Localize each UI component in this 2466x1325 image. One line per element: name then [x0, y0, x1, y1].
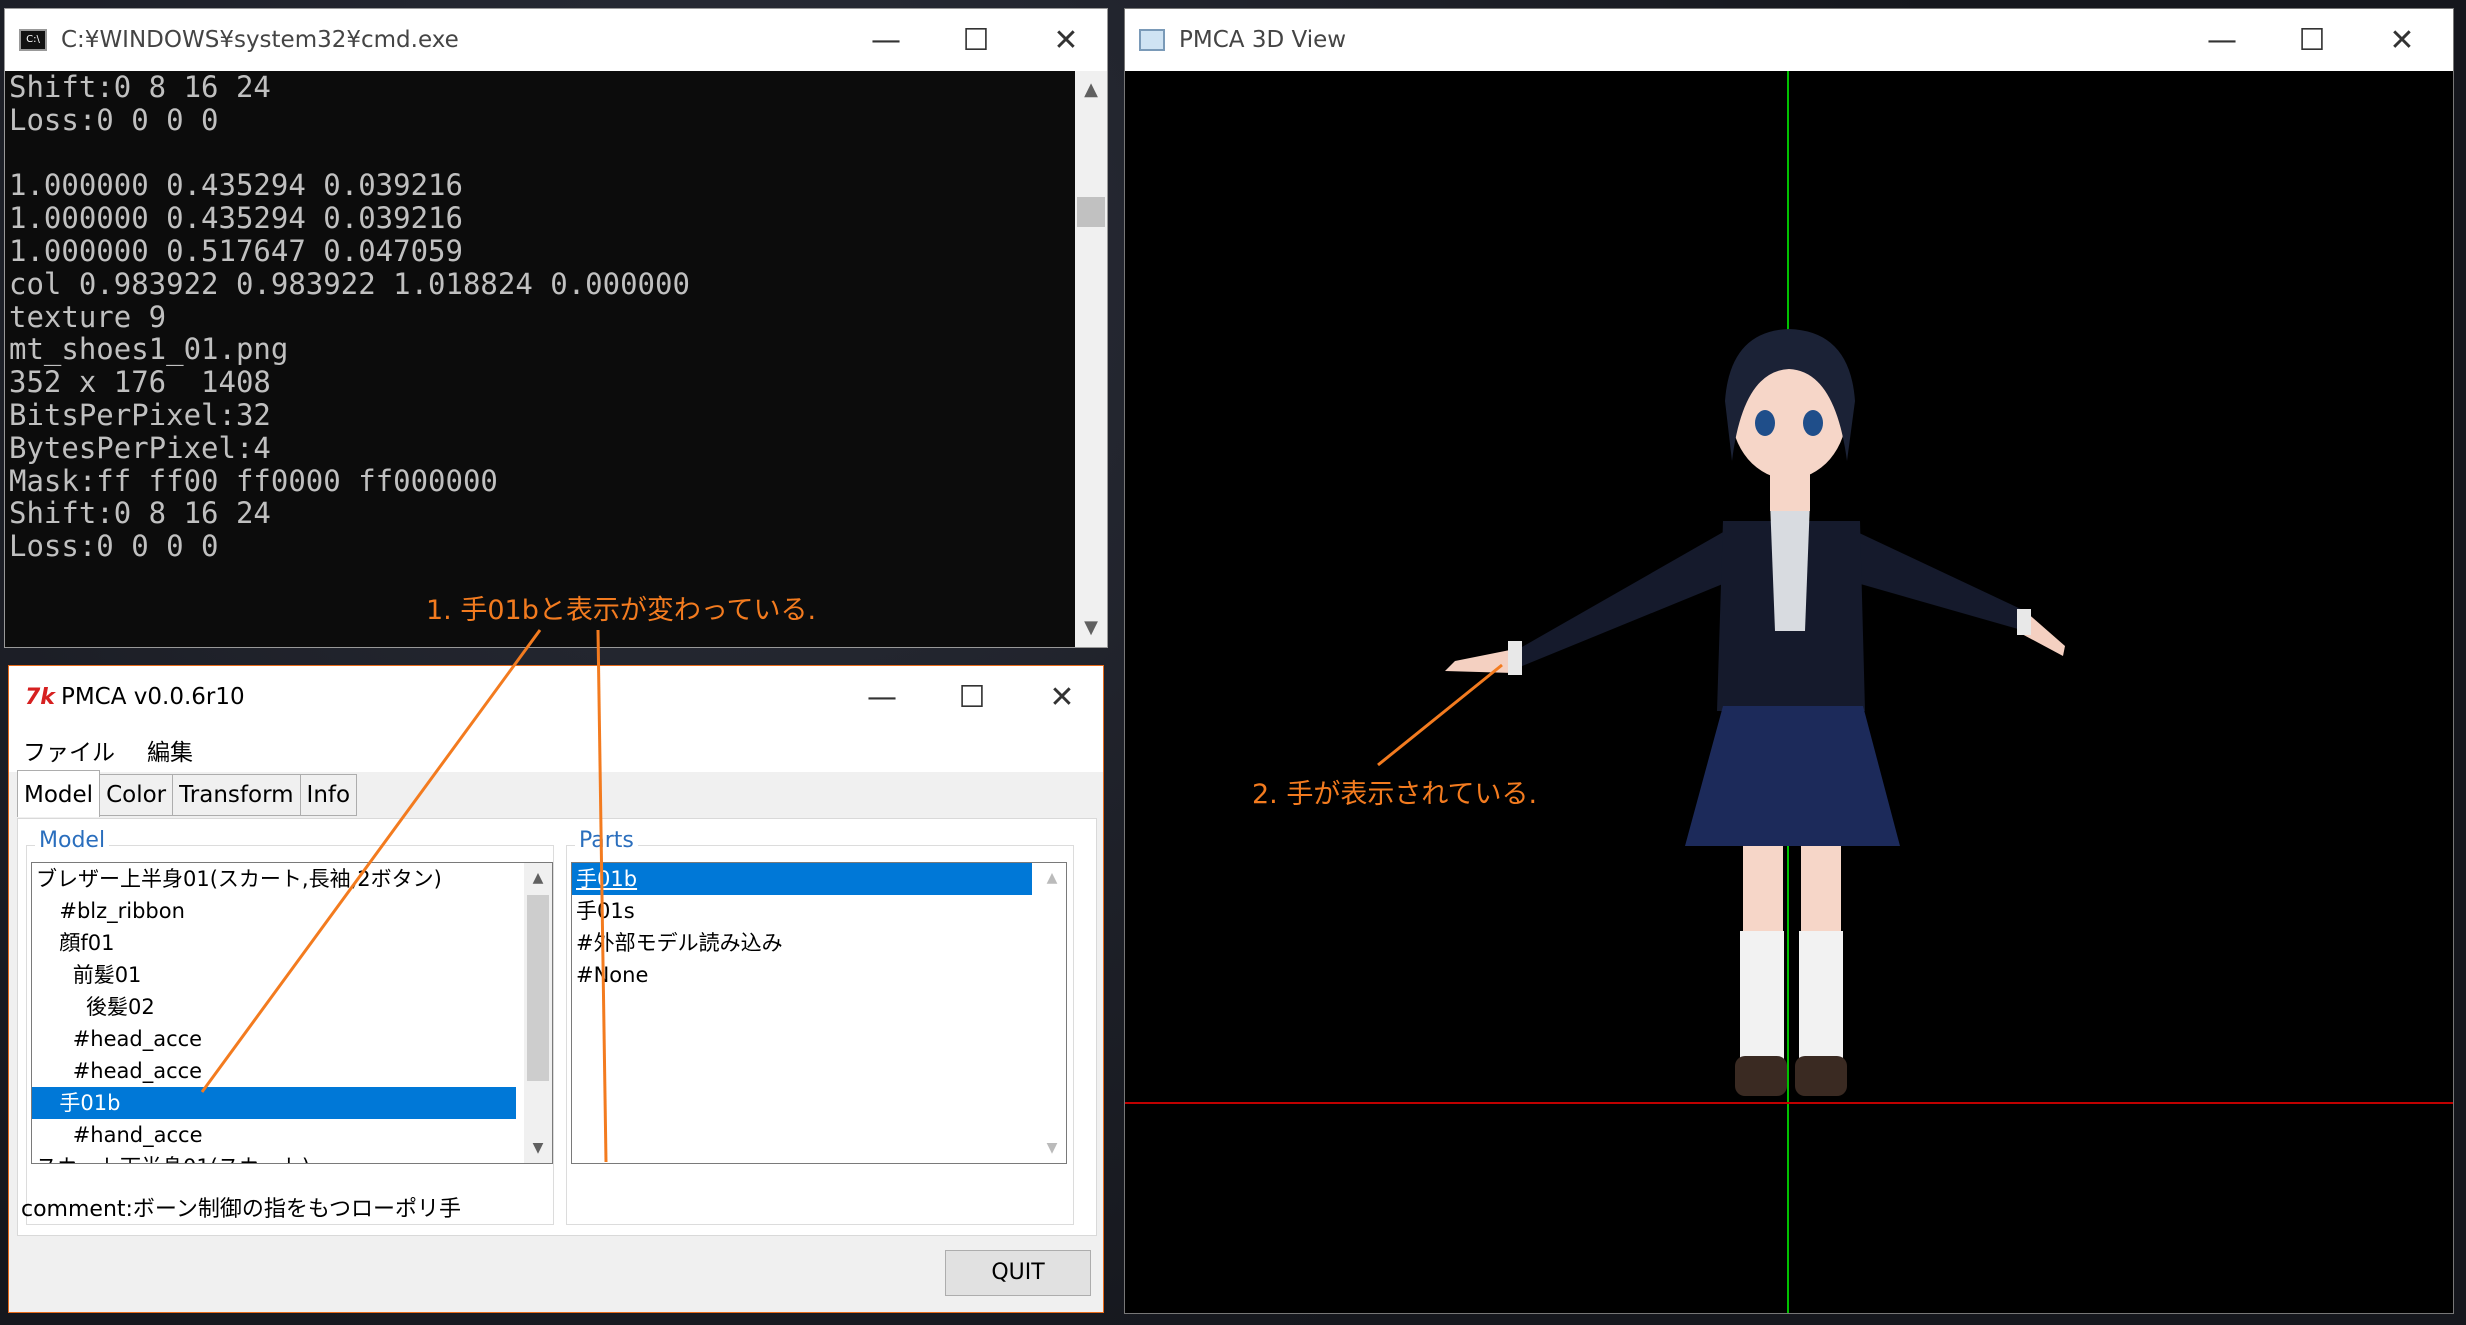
annotation-note-1: 1. 手01bと表示が変わっている. [426, 595, 817, 626]
annotation-line-2 [1377, 663, 1503, 767]
annotation-note-2: 2. 手が表示されている. [1252, 779, 1538, 810]
annotation-line-1a [200, 629, 542, 1093]
annotation-line-1b [596, 629, 608, 1163]
annotation-lines [200, 629, 1503, 1163]
